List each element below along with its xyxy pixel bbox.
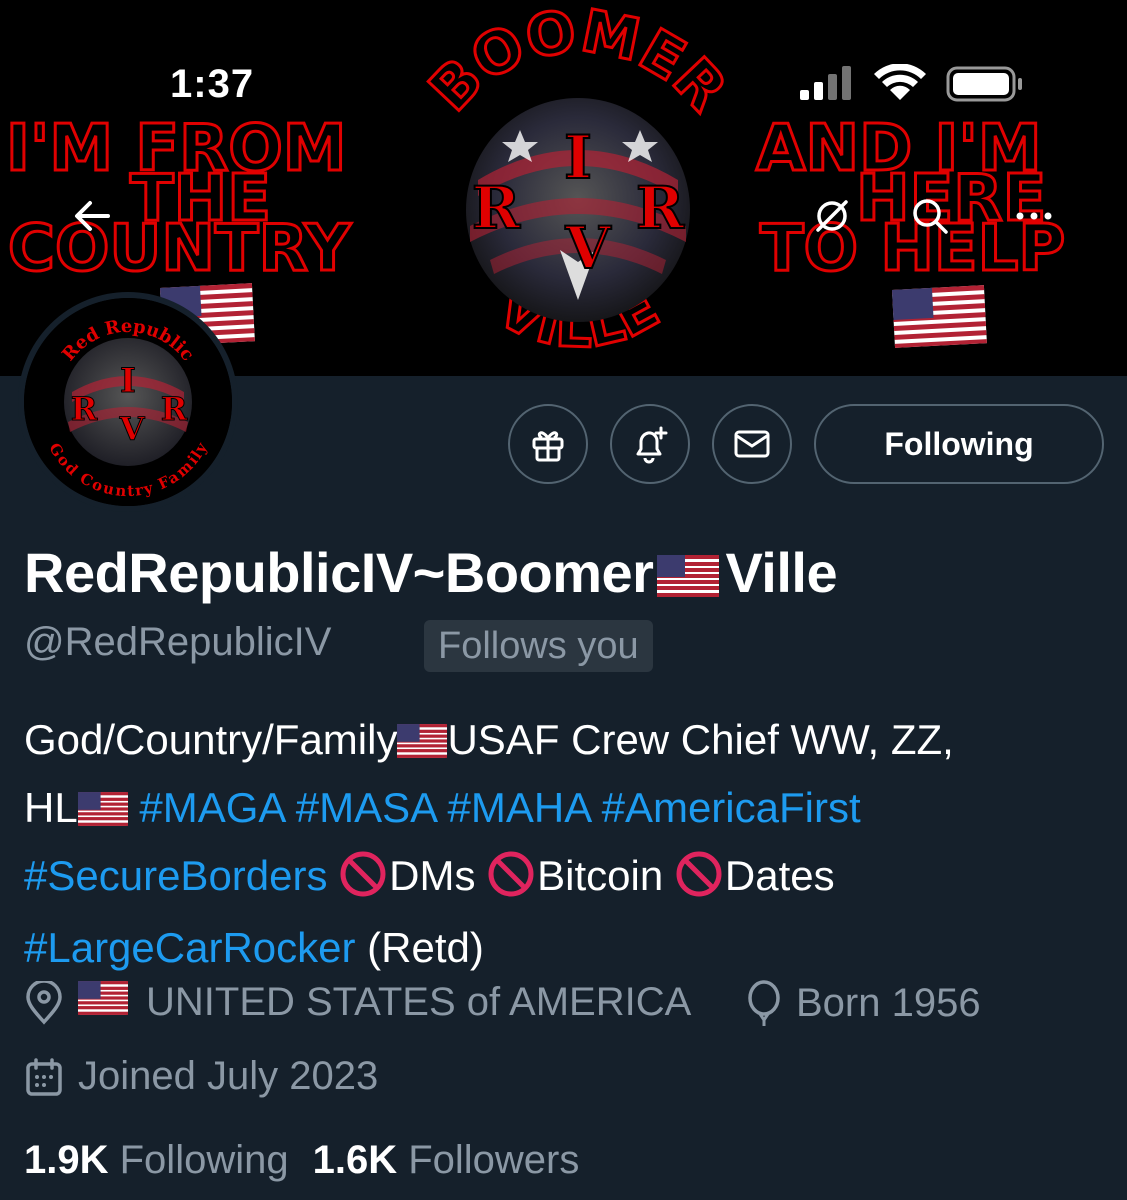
user-handle: @RedRepublicIV [24, 620, 332, 664]
status-time: 1:37 [170, 62, 255, 106]
join-date: Joined July 2023 [24, 1054, 378, 1099]
more-icon [1016, 212, 1052, 220]
hashtag-link[interactable]: #SecureBorders [24, 852, 328, 899]
banner-emblem: I R V R [466, 98, 690, 322]
birthdate: Born 1956 [746, 980, 981, 1026]
banner-emblem-letter-i: I [564, 123, 592, 193]
profile-bio: God/Country/Family USAF Crew Chief WW, ZZ… [24, 708, 1114, 980]
avatar-letter-r-left: R [71, 390, 98, 428]
avatar-letter-v: V [119, 410, 146, 448]
bio-text: (Retd) [367, 924, 484, 971]
banner-left-line3: COUNTRY [8, 212, 351, 286]
bio-text: HL [24, 784, 78, 831]
follows-you-badge: Follows you [424, 620, 653, 672]
hashtag-link[interactable]: #MAHA [448, 784, 590, 831]
no-entry-icon [675, 850, 723, 916]
bell-plus-icon [636, 426, 668, 464]
hashtag-link[interactable]: #LargeCarRocker [24, 924, 356, 971]
notify-button[interactable] [610, 404, 690, 484]
followers-count-link[interactable]: 1.6K Followers [313, 1138, 580, 1182]
banner-emblem-letter-r-left: R [472, 174, 521, 242]
us-flag-icon [77, 780, 128, 844]
mail-icon [734, 430, 770, 458]
avatar-artwork: Red Republic God Country Family I R V R [24, 298, 232, 506]
gift-button[interactable] [508, 404, 588, 484]
followers-count: 1.6K [312, 1138, 398, 1182]
display-name-part1: RedRepublicIV~Boomer [24, 541, 654, 604]
joined-text: Joined July 2023 [78, 1054, 379, 1098]
bio-text: God/Country/Family [24, 716, 398, 763]
hashtag-link[interactable]: #MAGA [139, 784, 284, 831]
hashtag-link[interactable]: #AmericaFirst [602, 784, 861, 831]
avatar-letter-r-right: R [161, 390, 188, 428]
location-pin-icon [26, 980, 62, 1025]
profile-avatar[interactable]: Red Republic God Country Family I R V R [18, 292, 238, 512]
hashtag-link[interactable]: #MASA [296, 784, 436, 831]
search-icon [913, 199, 948, 234]
bio-text: Bitcoin [537, 852, 664, 899]
display-name: RedRepublicIV~Boomer Ville [24, 540, 838, 610]
bio-text: USAF Crew Chief WW, ZZ, [447, 716, 954, 763]
grok-icon [816, 200, 848, 232]
search-button[interactable] [902, 188, 958, 244]
following-count-link[interactable]: 1.9K Following [24, 1138, 289, 1182]
bio-text: DMs [389, 852, 476, 899]
grok-button[interactable] [804, 188, 860, 244]
back-arrow-icon [75, 201, 110, 231]
display-name-part2: Ville [725, 541, 838, 604]
battery-icon [946, 66, 1022, 102]
no-entry-icon [487, 850, 535, 916]
balloon-icon [748, 980, 780, 1026]
followers-label: Followers [408, 1138, 580, 1182]
no-entry-icon [339, 850, 387, 916]
back-button[interactable] [64, 188, 120, 244]
banner-flag-right [892, 285, 987, 348]
following-count: 1.9K [24, 1138, 109, 1182]
wifi-icon [874, 64, 926, 100]
bio-text: Dates [724, 852, 835, 899]
message-button[interactable] [712, 404, 792, 484]
banner-emblem-letter-r-right: R [636, 174, 685, 242]
signal-icon [800, 66, 851, 100]
location: UNITED STATES of AMERICA [24, 980, 691, 1025]
more-button[interactable] [1006, 188, 1062, 244]
following-button[interactable]: Following [814, 404, 1104, 484]
banner-emblem-letter-v: V [564, 214, 611, 282]
us-flag-icon [397, 712, 448, 776]
avatar-letter-i: I [120, 361, 136, 401]
status-icons [800, 64, 1022, 102]
follow-stats: 1.9K Following 1.6K Followers [24, 1138, 603, 1183]
location-text: UNITED STATES of AMERICA [146, 980, 692, 1024]
gift-icon [532, 431, 564, 462]
born-text: Born 1956 [796, 980, 981, 1025]
calendar-icon [26, 1057, 62, 1096]
us-flag-icon [78, 980, 142, 1025]
us-flag-icon [657, 545, 720, 610]
following-label: Following [119, 1138, 289, 1182]
